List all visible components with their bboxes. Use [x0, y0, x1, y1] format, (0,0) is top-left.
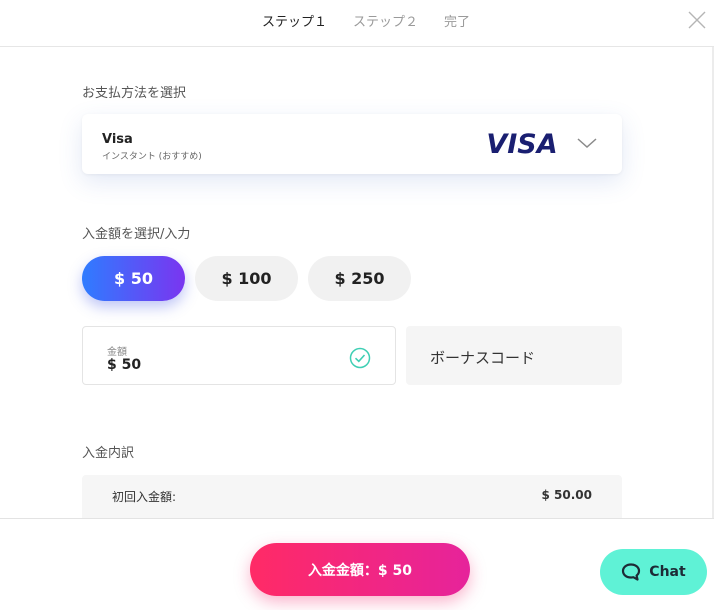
chat-bubble-icon: [622, 563, 641, 581]
bonus-code-input[interactable]: ボーナスコード: [406, 326, 622, 385]
amount-250-button[interactable]: $ 250: [308, 256, 411, 301]
amount-input[interactable]: 金額 $ 50: [82, 326, 396, 385]
payment-method-name: Visa: [102, 132, 133, 147]
breakdown-row-value: $ 50.00: [541, 488, 592, 502]
visa-logo-text: VISA: [486, 129, 557, 158]
close-button[interactable]: [686, 9, 708, 31]
breakdown-heading: 入金内訳: [82, 446, 135, 461]
payment-method-heading: お支払方法を選択: [82, 86, 187, 101]
chevron-down-icon: [577, 138, 597, 149]
step-indicator: ステップ１ ステップ２ 完了: [262, 11, 470, 30]
step-2: ステップ２: [353, 15, 419, 30]
amount-input-label: 金額: [107, 347, 127, 358]
amount-50-button[interactable]: $ 50: [82, 256, 185, 301]
amount-heading: 入金額を選択/入力: [82, 227, 191, 242]
visa-logo: VISA: [486, 129, 557, 158]
payment-method-select[interactable]: Visa インスタント (おすすめ) VISA: [82, 114, 622, 174]
deposit-button[interactable]: 入金金額：$ 50: [250, 543, 470, 596]
breakdown-row: 初回入金額: $ 50.00: [82, 475, 622, 518]
close-icon: [688, 11, 706, 29]
bonus-code-placeholder: ボーナスコード: [430, 349, 536, 367]
check-circle-icon: [349, 347, 371, 369]
chat-button[interactable]: Chat: [600, 549, 707, 595]
amount-100-button[interactable]: $ 100: [195, 256, 298, 301]
amount-input-value: $ 50: [107, 357, 142, 373]
step-1: ステップ１: [262, 15, 328, 30]
step-complete: 完了: [444, 15, 471, 30]
deposit-dialog: ステップ１ ステップ２ 完了 お支払方法を選択 Visa インスタント (おすす…: [0, 0, 714, 610]
chat-button-label: Chat: [649, 564, 686, 580]
step-header: ステップ１ ステップ２ 完了: [0, 0, 714, 47]
payment-method-subtitle: インスタント (おすすめ): [102, 152, 202, 162]
breakdown-row-label: 初回入金額:: [112, 490, 177, 504]
